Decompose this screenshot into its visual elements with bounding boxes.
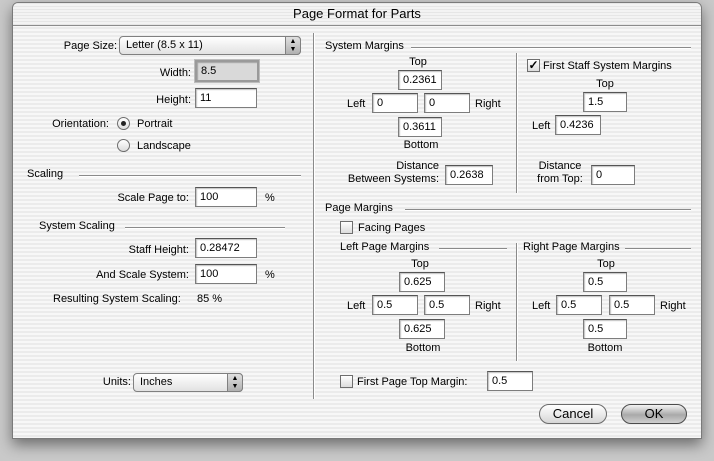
distance-between-label-2: Between Systems: bbox=[347, 173, 439, 185]
left-page-top-label: Top bbox=[411, 258, 429, 270]
resulting-scaling-value: 85 % bbox=[197, 293, 223, 305]
page-size-value: Letter (8.5 x 11) bbox=[126, 39, 203, 51]
left-page-margins-divider bbox=[439, 248, 507, 250]
left-page-left-field[interactable]: 0.5 bbox=[372, 295, 418, 315]
distance-from-top-label-2: from Top: bbox=[537, 173, 583, 185]
system-bottom-field[interactable]: 0.3611 bbox=[398, 117, 442, 137]
and-scale-system-label: And Scale System: bbox=[96, 269, 189, 281]
right-page-margins-header: Right Page Margins bbox=[523, 241, 620, 253]
right-page-right-field[interactable]: 0.5 bbox=[609, 295, 655, 315]
staff-height-field[interactable]: 0.28472 bbox=[195, 238, 257, 258]
page-margins-divider bbox=[405, 209, 691, 211]
system-left-label: Left bbox=[347, 98, 366, 110]
page-size-popup[interactable]: Letter (8.5 x 11) ▲ ▼ bbox=[119, 36, 301, 55]
distance-from-top-field[interactable]: 0 bbox=[591, 165, 635, 185]
scaling-header: Scaling bbox=[27, 168, 64, 180]
scale-page-field[interactable]: 100 bbox=[195, 187, 257, 207]
system-right-field[interactable]: 0 bbox=[424, 93, 470, 113]
height-field[interactable]: 11 bbox=[195, 88, 257, 108]
facing-pages-checkbox[interactable] bbox=[340, 221, 353, 234]
units-label: Units: bbox=[102, 376, 131, 388]
right-page-margins-divider bbox=[625, 248, 691, 250]
left-page-top-field[interactable]: 0.625 bbox=[399, 272, 445, 292]
width-field[interactable]: 8.5 bbox=[194, 59, 260, 83]
scale-page-percent: % bbox=[265, 192, 275, 204]
page-format-dialog: Page Format for Parts Page Size: Letter … bbox=[12, 2, 702, 439]
units-popup[interactable]: Inches ▲ ▼ bbox=[133, 373, 243, 392]
first-staff-checkbox[interactable]: ✓ bbox=[527, 59, 540, 72]
page-margins-header: Page Margins bbox=[325, 202, 393, 214]
first-staff-top-field[interactable]: 1.5 bbox=[583, 92, 627, 112]
scale-page-label: Scale Page to: bbox=[117, 192, 189, 204]
first-staff-divider bbox=[516, 53, 518, 193]
cancel-button[interactable]: Cancel bbox=[539, 404, 607, 424]
system-margins-divider bbox=[411, 47, 691, 49]
right-page-bottom-label: Bottom bbox=[587, 342, 623, 354]
system-margins-header: System Margins bbox=[325, 40, 404, 52]
portrait-label: Portrait bbox=[137, 118, 173, 130]
right-page-top-field[interactable]: 0.5 bbox=[583, 272, 627, 292]
first-staff-top-label: Top bbox=[596, 78, 614, 90]
first-staff-left-label: Left bbox=[532, 120, 551, 132]
left-page-margins-header: Left Page Margins bbox=[340, 241, 430, 253]
ok-button[interactable]: OK bbox=[621, 404, 687, 424]
resulting-scaling-label: Resulting System Scaling: bbox=[53, 293, 181, 305]
column-divider bbox=[313, 33, 315, 399]
window-title: Page Format for Parts bbox=[13, 3, 701, 26]
system-right-label: Right bbox=[475, 98, 501, 110]
first-page-top-margin-label: First Page Top Margin: bbox=[357, 376, 468, 388]
right-page-right-label: Right bbox=[660, 300, 686, 312]
right-page-bottom-field[interactable]: 0.5 bbox=[583, 319, 627, 339]
height-label: Height: bbox=[156, 94, 191, 106]
staff-height-label: Staff Height: bbox=[128, 244, 189, 256]
system-top-label: Top bbox=[409, 56, 427, 68]
right-page-left-field[interactable]: 0.5 bbox=[556, 295, 602, 315]
popup-arrows-icon: ▲ ▼ bbox=[285, 36, 301, 55]
landscape-radio[interactable] bbox=[117, 139, 130, 152]
facing-pages-label: Facing Pages bbox=[358, 222, 426, 234]
system-left-field[interactable]: 0 bbox=[372, 93, 418, 113]
width-label: Width: bbox=[159, 67, 191, 79]
distance-between-field[interactable]: 0.2638 bbox=[445, 165, 493, 185]
system-scaling-divider bbox=[125, 227, 285, 229]
system-scaling-header: System Scaling bbox=[39, 220, 115, 232]
left-page-right-field[interactable]: 0.5 bbox=[424, 295, 470, 315]
first-page-top-margin-checkbox[interactable] bbox=[340, 375, 353, 388]
units-value: Inches bbox=[140, 376, 173, 388]
first-page-top-margin-field[interactable]: 0.5 bbox=[487, 371, 533, 391]
landscape-label: Landscape bbox=[137, 140, 191, 152]
and-scale-system-field[interactable]: 100 bbox=[195, 264, 257, 284]
left-page-bottom-field[interactable]: 0.625 bbox=[399, 319, 445, 339]
scaling-divider bbox=[79, 175, 301, 177]
first-staff-left-field[interactable]: 0.4236 bbox=[555, 115, 601, 135]
orientation-label: Orientation: bbox=[52, 118, 109, 130]
page-size-label: Page Size: bbox=[63, 40, 117, 52]
right-page-top-label: Top bbox=[597, 258, 615, 270]
first-staff-label: First Staff System Margins bbox=[543, 60, 672, 72]
left-page-right-label: Right bbox=[475, 300, 501, 312]
system-bottom-label: Bottom bbox=[403, 139, 439, 151]
right-page-left-label: Left bbox=[532, 300, 551, 312]
left-page-bottom-label: Bottom bbox=[405, 342, 441, 354]
portrait-radio[interactable] bbox=[117, 117, 130, 130]
and-scale-percent: % bbox=[265, 269, 275, 281]
system-top-field[interactable]: 0.2361 bbox=[398, 70, 442, 90]
popup-arrows-icon: ▲ ▼ bbox=[227, 373, 243, 392]
page-margins-column-divider bbox=[516, 243, 518, 361]
left-page-left-label: Left bbox=[347, 300, 366, 312]
